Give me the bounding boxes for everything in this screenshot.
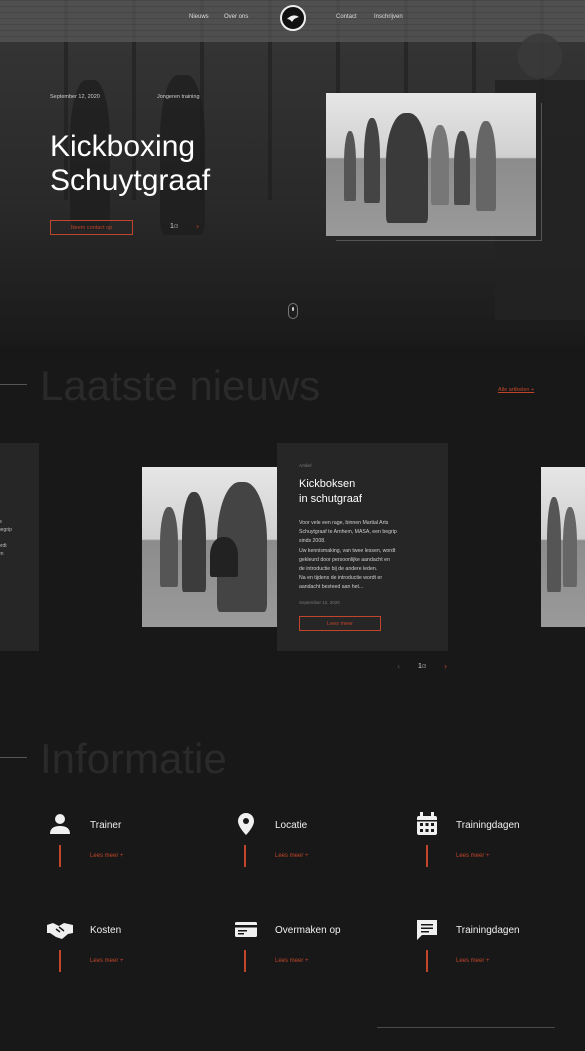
read-more-link[interactable]: Lees meer + [90,853,124,859]
accent-line [244,845,246,867]
handshake-icon [47,923,73,939]
accent-line [426,845,428,867]
news-card-photo [142,467,278,627]
contact-button[interactable]: Neem contact op [50,220,133,235]
card-fragment: begrip [0,527,12,533]
nav-link-nieuws[interactable]: Nieuws [189,14,209,20]
read-more-link[interactable]: Lees meer + [456,958,490,964]
read-more-link[interactable]: Lees meer + [456,853,490,859]
accent-line [244,950,246,972]
news-slider-counter: 1/3 [418,663,426,670]
news-card-date: September 12, 2020 [299,600,340,605]
chat-icon [417,920,437,940]
news-card-next-photo[interactable] [541,467,585,627]
info-item-trainer[interactable]: Trainer Lees meer + [48,812,218,872]
news-card-excerpt: Voor vele een rage, binnen Martial Arts … [299,519,434,593]
excerpt-line: gekleurd door persoonlijke aandacht en [299,556,390,563]
footer-divider [377,1027,555,1028]
accent-line [426,950,428,972]
chevron-left-icon[interactable]: ‹ [397,662,400,671]
main-navigation: Nieuws Over ons Contact Inschrijven [0,0,585,36]
hero-section: Nieuws Over ons Contact Inschrijven Sept… [0,0,585,345]
payment-card-icon [235,922,257,937]
excerpt-line: aandacht besteed aan het... [299,584,364,591]
info-item-label: Kosten [90,925,122,936]
info-item-trainingdagen-2[interactable]: Trainingdagen Lees meer + [415,917,585,977]
accent-line [59,845,61,867]
news-slide-total: /3 [421,664,427,670]
accent-line [59,950,61,972]
hero-slide-total: /3 [173,224,179,230]
info-item-kosten[interactable]: Kosten Lees meer + [46,917,216,977]
excerpt-line: de introductie bij de andere leden. [299,566,378,573]
news-card-category: Artikel [299,463,312,468]
chevron-right-icon[interactable]: › [196,222,199,231]
card-fragment: ordt [0,543,7,549]
news-card-title[interactable]: Kickboksen in schutgraaf [299,477,429,507]
info-item-label: Trainingdagen [456,820,520,831]
read-more-link[interactable]: Lees meer + [275,958,309,964]
excerpt-line: Uw kennismaking, van twee lessen, wordt [299,547,396,554]
info-item-label: Locatie [275,820,308,831]
news-card-title-line-1: Kickboksen [299,478,356,490]
info-item-locatie[interactable]: Locatie Lees meer + [234,812,404,872]
all-articles-link[interactable]: Alle artikelen + [498,387,534,393]
nav-link-over-ons[interactable]: Over ons [224,14,248,20]
hero-date: September 12, 2020 [50,94,100,100]
info-item-label: Trainer [90,820,122,831]
hero-photo [326,93,536,236]
hero-title-line-2: Schuytgraaf [50,164,211,197]
news-card: Artikel Kickboksen in schutgraaf Voor ve… [277,443,448,651]
read-more-button[interactable]: Lees meer [299,616,381,631]
info-section-title: Informatie [40,735,227,782]
read-more-link[interactable]: Lees meer + [275,853,309,859]
section-divider [0,757,27,758]
hero-title-line-1: Kickboxing [50,130,196,163]
card-fragment [0,534,12,542]
nav-link-contact[interactable]: Contact [336,14,357,20]
news-card-previous[interactable]: ts begrip ordt en [0,443,39,651]
info-item-trainingdagen[interactable]: Trainingdagen Lees meer + [415,812,585,872]
hero-slide-counter: 1/3 [170,223,178,230]
scroll-indicator[interactable] [288,303,298,319]
info-item-overmaken[interactable]: Overmaken op Lees meer + [234,917,404,977]
excerpt-line: Voor vele een rage, binnen Martial Arts [299,520,389,526]
location-pin-icon [238,813,254,835]
read-more-link[interactable]: Lees meer + [90,958,124,964]
info-item-label: Trainingdagen [456,925,520,936]
logo-emblem-icon [285,10,301,26]
hero-category[interactable]: Jongeren training [157,94,200,100]
hero-title: Kickboxing Schuytgraaf [50,130,300,198]
card-fragment: ts [0,518,12,526]
news-card-title-line-2: in schutgraaf [299,493,362,505]
nav-link-inschrijven[interactable]: Inschrijven [374,14,403,20]
chevron-right-icon[interactable]: › [444,662,447,671]
calendar-icon [417,812,437,835]
excerpt-line: Schuytgraaf te Arnhem, MASA, een begrip [299,529,397,536]
excerpt-line: sinds 2008. [299,538,326,545]
info-item-label: Overmaken op [275,925,341,936]
card-fragment: en [0,551,4,557]
excerpt-line: Na en tijdens de introductie wordt er [299,575,383,582]
site-logo[interactable] [280,5,306,31]
section-divider [0,384,27,385]
person-icon [50,814,70,834]
news-section-title: Laatste nieuws [40,362,321,409]
